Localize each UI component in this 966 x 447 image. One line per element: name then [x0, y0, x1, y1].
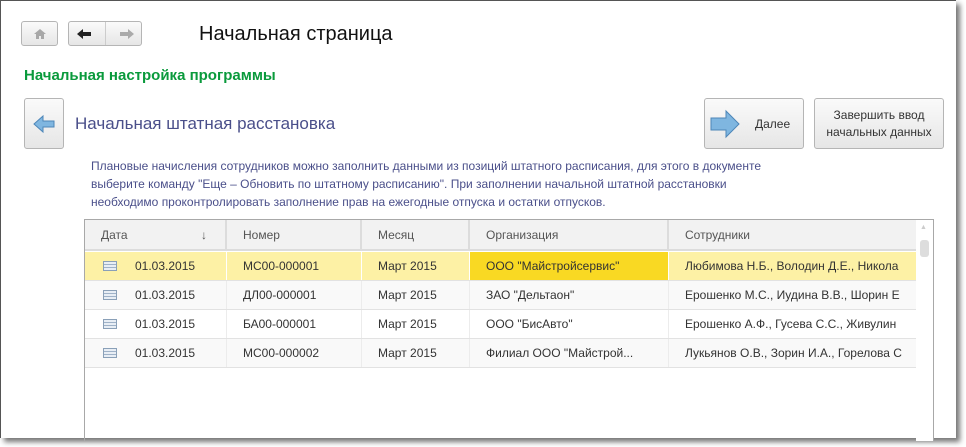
table-row[interactable]: 01.03.2015 МС00-000002 Март 2015 Филиал ООО… — [85, 339, 917, 368]
column-number[interactable]: Номер — [227, 220, 362, 249]
next-button[interactable]: Далее — [704, 98, 804, 149]
table-header: Дата ↓ Номер Месяц Организация Сотрудники — [85, 220, 917, 251]
organization-cell: ООО "Майстройсервис" — [470, 252, 669, 280]
description-line: выберите команду "Еще – Обновить по штат… — [91, 177, 727, 191]
employees-cell: Лукьянов О.В., Зорин И.А., Горелова С — [685, 346, 902, 360]
forward-arrow-icon[interactable] — [119, 28, 135, 40]
step-title: Начальная штатная расстановка — [75, 114, 336, 133]
description-line: необходимо проконтролировать заполнение … — [91, 195, 606, 209]
document-icon — [103, 261, 117, 271]
organization-cell: Филиал ООО "Майстрой... — [470, 339, 669, 367]
employees-cell: Ерошенко М.С., Иудина В.В., Шорин Е — [685, 288, 900, 302]
number-cell: БА00-000001 — [227, 310, 362, 338]
month-cell: Март 2015 — [362, 281, 470, 309]
table-row[interactable]: 01.03.2015 МС00-000001 Март 2015 ООО "Майст… — [85, 252, 917, 281]
employees-cell: Ерошенко А.Ф., Гусева С.С., Живулин — [685, 317, 897, 331]
month-cell: Март 2015 — [362, 252, 470, 280]
back-step-button[interactable] — [24, 98, 64, 149]
number-cell: МС00-000001 — [227, 252, 362, 280]
column-date[interactable]: Дата ↓ — [85, 220, 227, 249]
document-icon — [103, 319, 117, 329]
window: Начальная страница Начальная настройка п… — [0, 0, 956, 441]
date-cell: 01.03.2015 — [85, 339, 227, 367]
sort-desc-icon: ↓ — [201, 227, 207, 242]
organization-cell: ООО "БисАвто" — [470, 310, 669, 338]
column-employees[interactable]: Сотрудники — [669, 220, 917, 249]
table-row[interactable]: 01.03.2015 ДЛ00-000001 Март 2015 ЗАО "Дельт… — [85, 281, 917, 310]
nav-buttons — [68, 21, 142, 46]
column-month[interactable]: Месяц — [362, 220, 470, 249]
section-title: Начальная настройка программы — [24, 67, 276, 84]
scrollbar-thumb[interactable] — [920, 240, 929, 257]
description: Плановые начисления сотрудников можно за… — [91, 157, 831, 211]
finish-button[interactable]: Завершить ввод начальных данных — [814, 98, 944, 149]
back-arrow-icon[interactable] — [76, 28, 92, 40]
month-cell: Март 2015 — [362, 310, 470, 338]
documents-table: Дата ↓ Номер Месяц Организация Сотрудники… — [84, 219, 934, 441]
finish-label-1: Завершить ввод — [833, 107, 925, 122]
column-organization[interactable]: Организация — [470, 220, 669, 249]
vertical-scrollbar[interactable]: ▲ — [916, 220, 933, 441]
home-icon — [33, 28, 46, 39]
next-label: Далее — [755, 116, 791, 131]
number-cell: ДЛ00-000001 — [227, 281, 362, 309]
month-cell: Март 2015 — [362, 339, 470, 367]
page-title: Начальная страница — [199, 23, 393, 45]
description-line: Плановые начисления сотрудников можно за… — [91, 159, 762, 173]
left-arrow-icon — [33, 114, 55, 133]
date-cell: 01.03.2015 — [85, 310, 227, 338]
date-cell: 01.03.2015 — [85, 281, 227, 309]
table-row[interactable]: 01.03.2015 БА00-000001 Март 2015 ООО "БисАв… — [85, 310, 917, 339]
employees-cell: Любимова Н.Б., Володин Д.Е., Никола — [685, 259, 899, 273]
scroll-up-icon[interactable]: ▲ — [920, 224, 927, 231]
finish-label-2: начальных данных — [826, 124, 932, 139]
document-icon — [103, 348, 117, 358]
number-cell: МС00-000002 — [227, 339, 362, 367]
organization-cell: ЗАО "Дельтаон" — [470, 281, 669, 309]
date-cell: 01.03.2015 — [85, 252, 227, 280]
document-icon — [103, 290, 117, 300]
home-button[interactable] — [21, 21, 58, 46]
right-arrow-icon — [710, 109, 740, 138]
